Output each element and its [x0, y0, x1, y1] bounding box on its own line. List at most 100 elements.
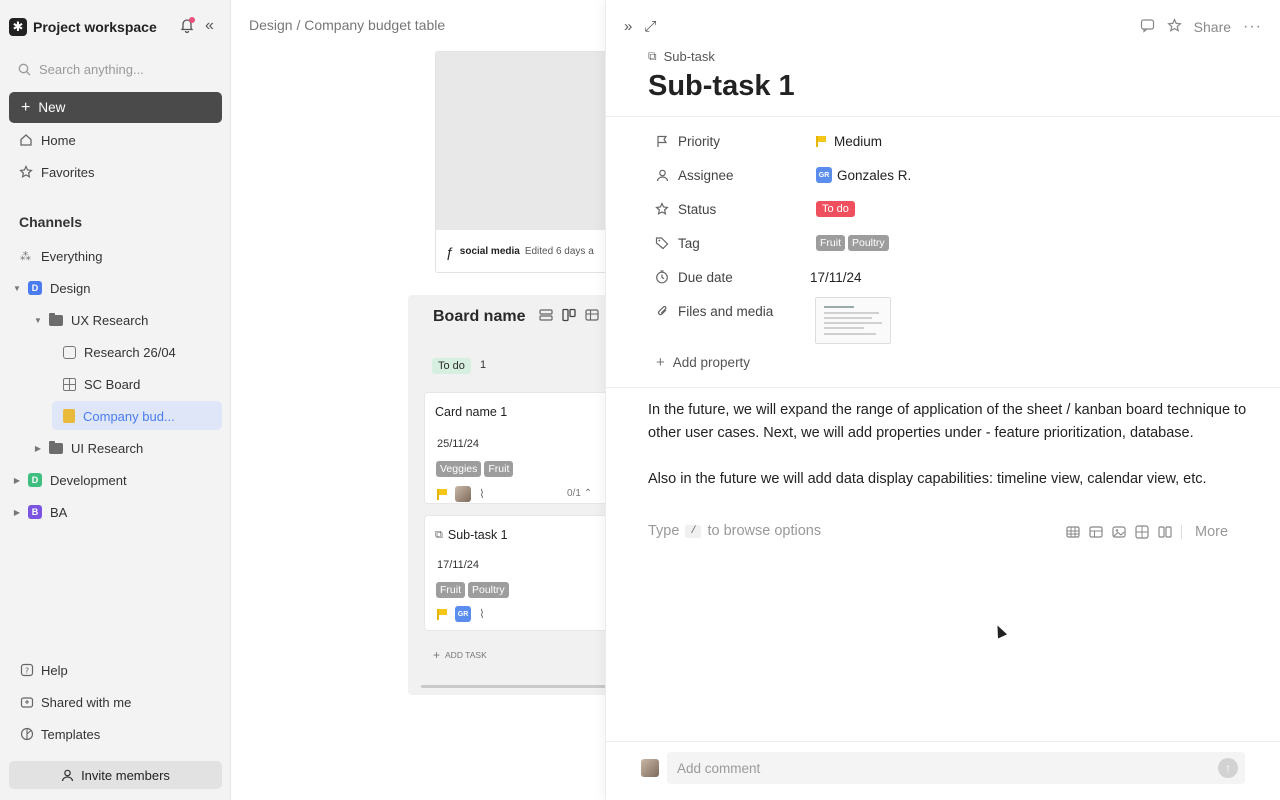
table-view-icon[interactable] — [585, 308, 599, 322]
task-title[interactable]: Sub-task 1 — [648, 70, 795, 103]
chevron-up-icon[interactable]: ⌃ — [584, 488, 592, 499]
status-value[interactable]: To do — [816, 199, 855, 219]
tag-chip: Poultry — [468, 582, 509, 598]
send-arrow-icon[interactable]: ↑ — [1218, 758, 1238, 778]
invite-members-button[interactable]: Invite members — [9, 761, 222, 789]
priority-value[interactable]: Medium — [816, 131, 882, 151]
files-value[interactable] — [815, 296, 891, 344]
property-files: Files and media — [654, 301, 773, 321]
breadcrumb[interactable]: Design / Company budget table — [249, 17, 445, 33]
attachment-icon: ⌇ — [479, 487, 485, 501]
due-date-value[interactable]: 17/11/24 — [810, 267, 862, 287]
nav-help[interactable]: ? Help — [19, 660, 68, 680]
caret-right-icon[interactable]: ▶ — [33, 444, 43, 453]
nav-home[interactable]: Home — [18, 129, 76, 151]
board-sc-label: SC Board — [84, 376, 141, 392]
new-button[interactable]: + New — [9, 92, 222, 123]
doc-research[interactable]: Research 26/04 — [63, 341, 176, 363]
priority-flag-icon — [437, 488, 447, 500]
caret-down-icon[interactable]: ▼ — [12, 284, 22, 293]
property-priority-label: Priority — [678, 133, 721, 149]
more-button[interactable]: More — [1195, 524, 1228, 540]
slash-key: / — [685, 524, 702, 538]
editor-placeholder[interactable]: Type / to browse options — [648, 523, 821, 539]
document-icon — [63, 345, 76, 359]
add-task-button[interactable]: + ADD TASK — [433, 648, 487, 662]
assignee-value[interactable]: GR Gonzales R. — [816, 165, 911, 185]
channel-development[interactable]: ▶ D Development — [12, 469, 127, 491]
close-panel-icon[interactable]: » — [624, 18, 632, 35]
nav-shared[interactable]: Shared with me — [19, 692, 131, 712]
parent-breadcrumb-label: Sub-task — [663, 49, 715, 64]
toolbar-divider — [1181, 525, 1182, 539]
list-view-icon[interactable] — [539, 308, 553, 322]
workspace-header[interactable]: ✱ Project workspace « — [9, 16, 223, 38]
task-detail-panel: » ⤢ Share ··· ⧉ Sub-task Sub-task 1 Prio… — [605, 0, 1280, 800]
help-icon: ? — [19, 663, 34, 678]
card-date: 25/11/24 — [437, 438, 480, 450]
task-card[interactable]: ⧉ Sub-task 1 17/11/24 Fruit Poultry GR ⌇ — [424, 515, 614, 631]
channel-development-badge: D — [28, 473, 42, 487]
assignee-avatar: GR — [455, 606, 471, 622]
user-icon — [61, 769, 74, 781]
add-property-button[interactable]: + Add property — [656, 354, 750, 371]
media-thumbnail — [436, 52, 614, 230]
tag-value[interactable]: Fruit Poultry — [816, 233, 892, 253]
nav-templates[interactable]: Templates — [19, 724, 100, 744]
star-icon[interactable] — [1166, 18, 1182, 36]
caret-right-icon[interactable]: ▶ — [12, 508, 22, 517]
kanban-view-icon[interactable] — [562, 308, 576, 322]
more-options-icon[interactable]: ··· — [1243, 18, 1262, 36]
board-scrollbar[interactable] — [421, 685, 611, 688]
comment-placeholder: Add comment — [677, 760, 761, 776]
grid-icon[interactable] — [1135, 525, 1149, 539]
board-sc[interactable]: SC Board — [63, 373, 140, 395]
workspace-logo-icon: ✱ — [9, 18, 27, 36]
folder-icon — [49, 312, 63, 326]
columns-icon[interactable] — [1158, 525, 1172, 539]
board-view-switcher — [539, 308, 599, 322]
notifications-bell-icon[interactable] — [180, 17, 195, 34]
comment-icon[interactable] — [1140, 18, 1155, 36]
status-badge: To do — [816, 201, 855, 217]
search-icon — [18, 63, 31, 75]
expand-icon[interactable]: ⤢ — [644, 18, 656, 35]
task-description[interactable]: In the future, we will expand the range … — [648, 399, 1248, 491]
page-company-budget[interactable]: Company bud... — [63, 405, 175, 427]
file-thumbnail[interactable] — [815, 296, 891, 344]
table-icon — [63, 377, 76, 391]
caret-right-icon[interactable]: ▶ — [12, 476, 22, 485]
subtask-progress-value: 0/1 — [567, 488, 581, 499]
image-icon[interactable] — [1112, 525, 1126, 539]
folder-ux-research[interactable]: ▼ UX Research — [33, 309, 148, 331]
sidebar: ✱ Project workspace « Search anything...… — [0, 0, 231, 800]
add-property-label: Add property — [672, 355, 751, 370]
status-group-count: 1 — [480, 359, 487, 371]
nav-home-label: Home — [41, 132, 76, 148]
folder-ui-research[interactable]: ▶ UI Research — [33, 437, 143, 459]
nav-shared-label: Shared with me — [41, 694, 132, 710]
notification-dot — [189, 17, 195, 23]
task-card[interactable]: Card name 1 25/11/24 Veggies Fruit ⌇ 0/1… — [424, 392, 614, 504]
property-due-date: Due date — [654, 267, 733, 287]
channel-ba-badge: B — [28, 505, 42, 519]
caret-down-icon[interactable]: ▼ — [33, 316, 43, 325]
folder-ui-research-label: UI Research — [71, 440, 144, 456]
search-input[interactable]: Search anything... — [18, 59, 218, 79]
board-icon[interactable] — [1089, 525, 1103, 539]
channel-everything[interactable]: ⁂ Everything — [20, 245, 102, 267]
divider — [606, 116, 1280, 117]
parent-breadcrumb[interactable]: ⧉ Sub-task — [648, 49, 715, 64]
table-icon[interactable] — [1066, 525, 1080, 539]
comment-input[interactable]: Add comment ↑ — [667, 752, 1245, 784]
property-assignee: Assignee — [654, 165, 734, 185]
invite-members-label: Invite members — [81, 767, 170, 783]
channel-design[interactable]: ▼ D Design — [12, 277, 90, 299]
media-card[interactable]: ƒ social media Edited 6 days a — [435, 51, 615, 273]
channel-ba[interactable]: ▶ B BA — [12, 501, 67, 523]
collapse-sidebar-icon[interactable]: « — [205, 17, 214, 35]
property-tag-label: Tag — [678, 235, 700, 251]
card-title: Sub-task 1 — [447, 528, 508, 542]
nav-favorites[interactable]: Favorites — [18, 161, 94, 183]
share-button[interactable]: Share — [1194, 19, 1231, 35]
